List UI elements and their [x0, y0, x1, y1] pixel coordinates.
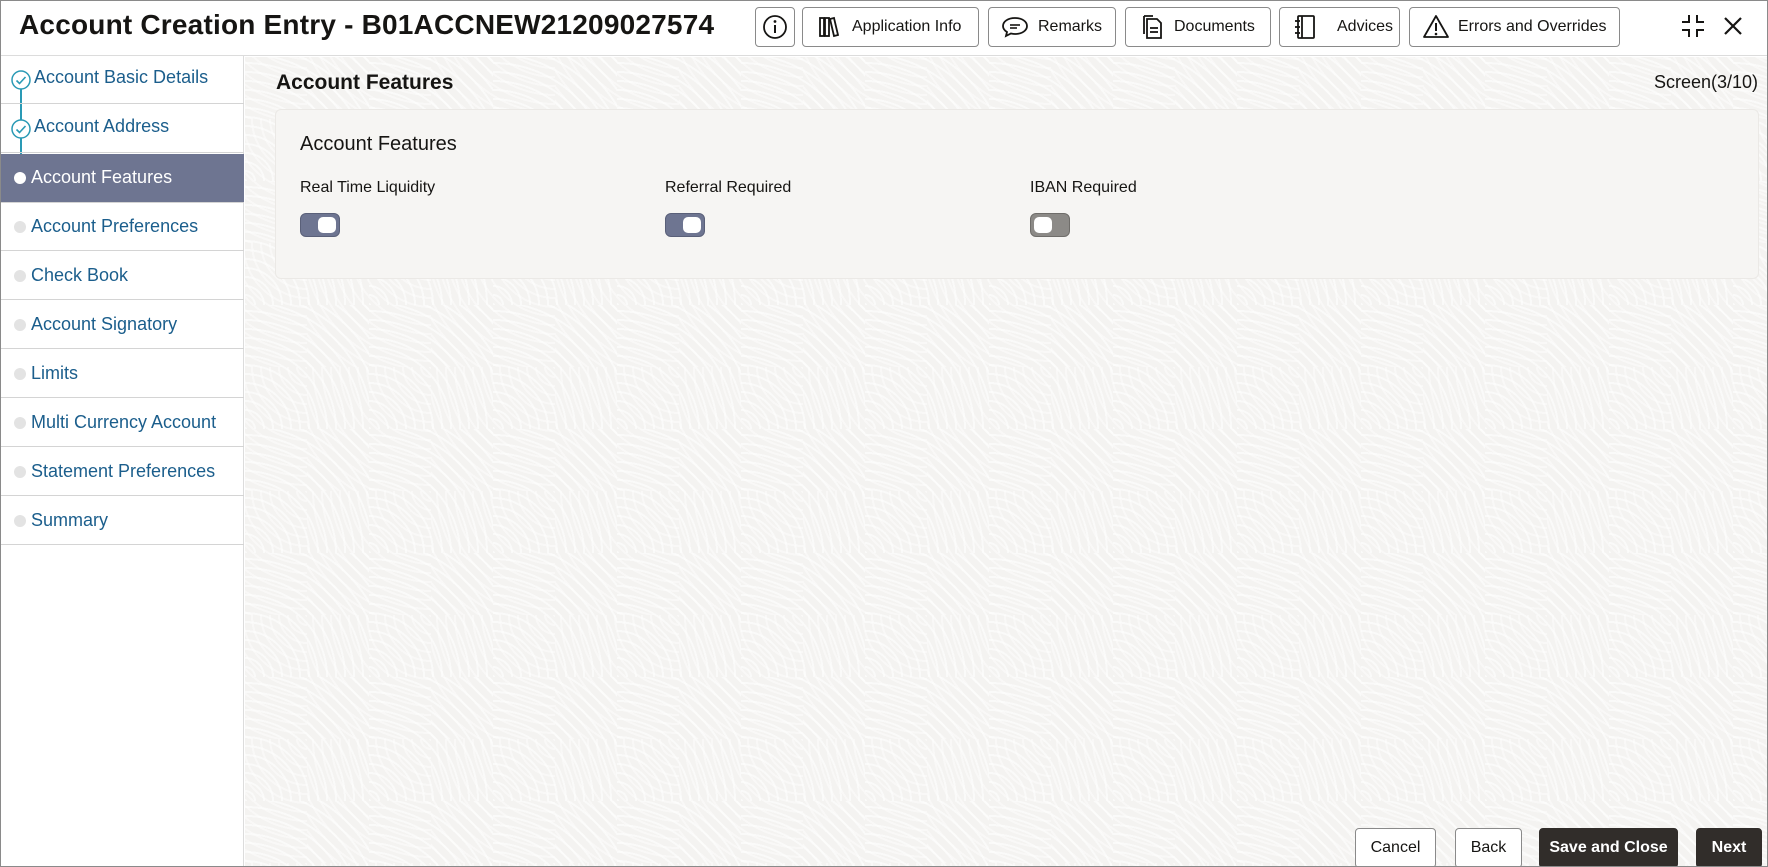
step-label: Statement Preferences — [31, 461, 216, 481]
application-info-button[interactable]: Application Info — [802, 7, 979, 47]
check-circle-icon — [11, 70, 31, 90]
close-icon — [1724, 17, 1742, 35]
step-check-book[interactable]: Check Book — [1, 252, 244, 300]
step-dot — [14, 515, 26, 527]
book-icon — [819, 16, 840, 38]
step-label: Account Signatory — [31, 314, 178, 334]
info-icon — [763, 15, 787, 39]
real-time-liquidity-toggle[interactable] — [300, 213, 340, 237]
step-account-address[interactable]: Account Address — [1, 105, 244, 153]
step-dot — [14, 319, 26, 331]
back-button[interactable]: Back — [1455, 828, 1522, 866]
warning-icon — [1423, 15, 1449, 38]
step-label: Summary — [31, 510, 109, 530]
main-content: Account Features Screen(3/10) Account Fe… — [245, 57, 1767, 866]
cancel-button[interactable]: Cancel — [1355, 828, 1436, 866]
step-dot — [14, 270, 26, 282]
step-label: Limits — [31, 363, 79, 383]
steps-sidebar: Account Basic Details Account Address Ac… — [1, 56, 244, 866]
step-label: Multi Currency Account — [31, 412, 217, 432]
step-account-preferences[interactable]: Account Preferences — [1, 203, 244, 251]
step-account-signatory[interactable]: Account Signatory — [1, 301, 244, 349]
step-label: Account Preferences — [31, 216, 199, 236]
application-info-label: Application Info — [852, 18, 962, 35]
step-limits[interactable]: Limits — [1, 350, 244, 398]
notebook-icon — [1295, 15, 1315, 39]
step-label: Account Address — [34, 116, 170, 136]
collapse-button[interactable] — [1680, 13, 1706, 44]
documents-button[interactable]: Documents — [1125, 7, 1271, 47]
step-account-basic-details[interactable]: Account Basic Details — [1, 56, 244, 104]
iban-required-label: IBAN Required — [1030, 179, 1137, 196]
section-title: Account Features — [276, 71, 454, 94]
step-dot — [14, 417, 26, 429]
collapse-icon — [1682, 15, 1704, 37]
step-dot — [14, 466, 26, 478]
info-button[interactable] — [755, 7, 795, 47]
remarks-label: Remarks — [1038, 18, 1103, 35]
step-statement-preferences[interactable]: Statement Preferences — [1, 448, 244, 496]
chat-icon — [1002, 17, 1028, 38]
step-dot — [14, 368, 26, 380]
step-label: Account Features — [31, 167, 173, 187]
save-and-close-button[interactable]: Save and Close — [1539, 828, 1678, 866]
referral-required-label: Referral Required — [665, 179, 792, 196]
step-summary[interactable]: Summary — [1, 497, 244, 545]
advices-button[interactable]: Advices — [1279, 7, 1400, 47]
check-circle-icon — [11, 119, 31, 139]
remarks-button[interactable]: Remarks — [988, 7, 1116, 47]
app-window: Account Creation Entry - B01ACCNEW212090… — [0, 0, 1768, 867]
screen-counter: Screen(3/10) — [1653, 72, 1758, 92]
referral-required-toggle[interactable] — [665, 213, 705, 237]
documents-label: Documents — [1174, 18, 1255, 35]
advices-label: Advices — [1337, 18, 1394, 35]
close-button[interactable] — [1721, 14, 1745, 43]
toggle-knob — [318, 217, 336, 233]
step-dot — [14, 221, 26, 233]
errors-and-overrides-label: Errors and Overrides — [1458, 18, 1607, 35]
step-label: Account Basic Details — [34, 67, 209, 87]
account-features-panel: Account Features Real Time Liquidity Ref… — [275, 109, 1759, 279]
step-dot — [14, 172, 26, 184]
toggle-knob — [683, 217, 701, 233]
page-title: Account Creation Entry - B01ACCNEW212090… — [19, 9, 715, 40]
header-bar: Account Creation Entry - B01ACCNEW212090… — [1, 1, 1767, 56]
step-multi-currency-account[interactable]: Multi Currency Account — [1, 399, 244, 447]
next-button[interactable]: Next — [1696, 828, 1762, 866]
panel-title: Account Features — [300, 133, 457, 155]
step-account-features[interactable]: Account Features — [1, 154, 244, 203]
real-time-liquidity-label: Real Time Liquidity — [300, 179, 436, 196]
errors-and-overrides-button[interactable]: Errors and Overrides — [1409, 7, 1620, 47]
step-label: Check Book — [31, 265, 129, 285]
documents-icon — [1143, 15, 1162, 39]
toggle-knob — [1034, 217, 1052, 233]
iban-required-toggle[interactable] — [1030, 213, 1070, 237]
